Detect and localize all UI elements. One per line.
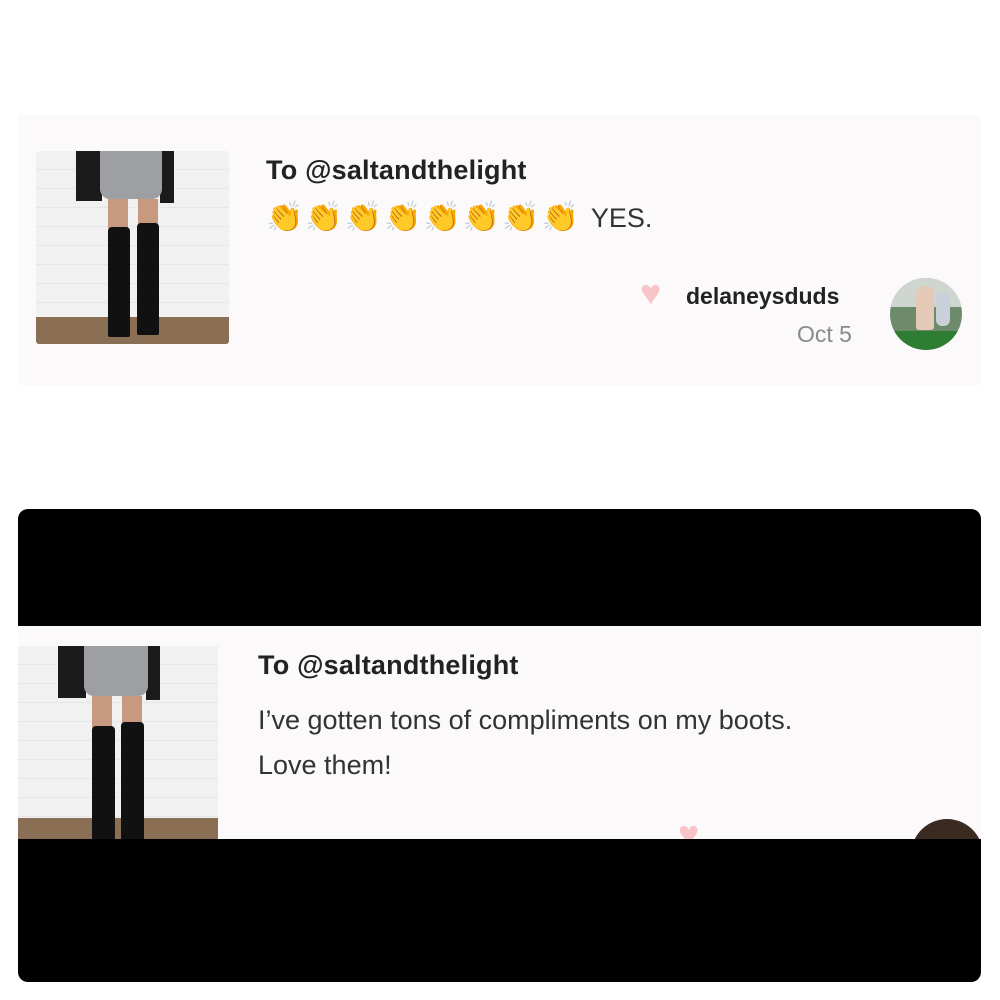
clap-icon: 👏 bbox=[423, 201, 461, 234]
avatar-grass bbox=[890, 331, 962, 350]
leg-left bbox=[92, 696, 112, 728]
leg-left bbox=[108, 199, 128, 229]
avatar-figure bbox=[916, 286, 934, 330]
product-thumbnail[interactable] bbox=[36, 151, 229, 344]
thumbnail-floor bbox=[36, 316, 229, 344]
comment-card[interactable]: To @saltandthelight 👏 👏 👏 👏 👏 👏 👏 👏 YES.… bbox=[18, 115, 981, 385]
comment-text-line: Love them! bbox=[258, 750, 392, 780]
avatar-figure-2 bbox=[936, 292, 950, 326]
thumbnail-floor bbox=[18, 818, 218, 839]
comment-date: Oct 5 bbox=[797, 321, 852, 347]
clap-icon: 👏 bbox=[502, 201, 540, 234]
comment-message: 👏 👏 👏 👏 👏 👏 👏 👏 YES. bbox=[266, 200, 652, 236]
boot-right bbox=[121, 722, 144, 839]
heart-icon[interactable]: ♥ bbox=[640, 275, 661, 311]
boot-right bbox=[137, 223, 159, 335]
product-thumbnail[interactable] bbox=[18, 646, 218, 839]
boot-left bbox=[92, 726, 115, 839]
coat-right bbox=[146, 646, 160, 700]
commenter-username[interactable]: delaneysduds bbox=[686, 283, 839, 310]
comment-card[interactable]: To @saltandthelight I’ve gotten tons of … bbox=[18, 626, 981, 839]
comment-text: I’ve gotten tons of compliments on my bo… bbox=[258, 698, 958, 788]
clap-icon: 👏 bbox=[462, 201, 501, 234]
video-frame: To @saltandthelight I’ve gotten tons of … bbox=[18, 509, 981, 982]
coat-left bbox=[58, 646, 86, 698]
comment-recipient: To @saltandthelight bbox=[258, 650, 519, 680]
comment-text: YES. bbox=[590, 202, 653, 233]
clap-icon: 👏 bbox=[541, 201, 579, 234]
dress bbox=[100, 151, 162, 199]
dress bbox=[84, 646, 148, 696]
heart-icon[interactable]: ♥ bbox=[678, 816, 699, 840]
clap-icon: 👏 bbox=[266, 201, 304, 234]
comment-text-line: I’ve gotten tons of compliments on my bo… bbox=[258, 705, 793, 735]
coat-left bbox=[76, 151, 102, 201]
comment-recipient: To @saltandthelight bbox=[266, 155, 527, 185]
avatar[interactable] bbox=[890, 278, 962, 350]
clap-icon: 👏 bbox=[344, 201, 383, 234]
clap-icon: 👏 bbox=[305, 201, 343, 234]
avatar[interactable] bbox=[911, 819, 981, 839]
clap-icon: 👏 bbox=[384, 201, 422, 234]
coat-right bbox=[160, 151, 174, 203]
boot-left bbox=[108, 227, 130, 337]
